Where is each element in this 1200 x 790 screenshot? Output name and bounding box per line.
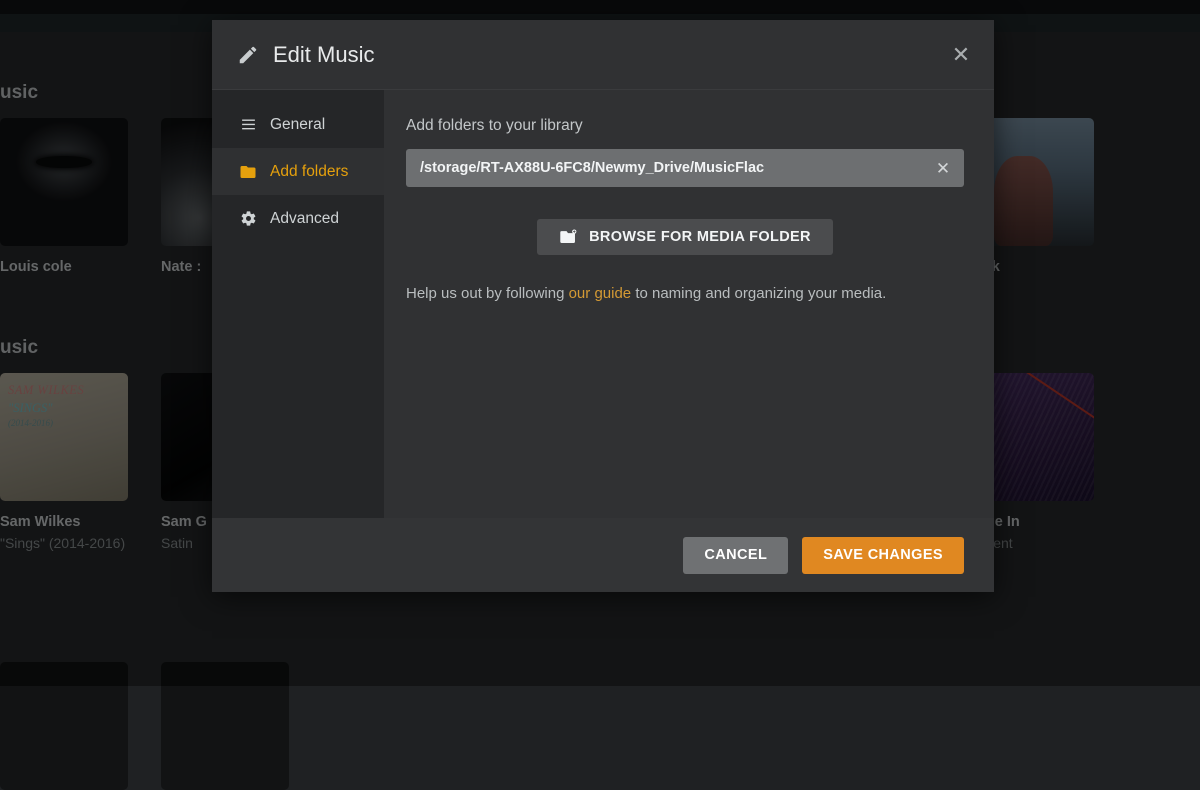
save-changes-button[interactable]: SAVE CHANGES <box>802 537 964 574</box>
help-text: Help us out by following our guide to na… <box>406 283 964 304</box>
dialog-body: General Add folders Advanced <box>212 90 994 518</box>
sidebar-item-general[interactable]: General <box>212 101 384 148</box>
help-prefix: Help us out by following <box>406 285 569 302</box>
add-folders-label: Add folders to your library <box>406 117 964 135</box>
browse-row: BROWSE FOR MEDIA FOLDER <box>406 219 964 255</box>
edit-music-dialog: Edit Music ✕ General Add folders <box>212 20 994 592</box>
dialog-title: Edit Music <box>273 42 374 68</box>
sidebar-item-label: General <box>270 116 325 134</box>
sidebar-item-label: Add folders <box>270 163 348 181</box>
pencil-icon <box>237 44 259 66</box>
folder-plus-icon <box>559 229 577 245</box>
list-lines-icon <box>239 116 257 134</box>
sidebar-item-advanced[interactable]: Advanced <box>212 195 384 242</box>
sidebar-item-label: Advanced <box>270 210 339 228</box>
dialog-sidebar: General Add folders Advanced <box>212 90 384 518</box>
gear-icon <box>239 210 257 228</box>
clear-x-icon[interactable]: ✕ <box>932 157 954 179</box>
dialog-content: Add folders to your library /storage/RT-… <box>384 90 994 518</box>
browse-for-media-folder-button[interactable]: BROWSE FOR MEDIA FOLDER <box>537 219 833 255</box>
dialog-header: Edit Music ✕ <box>212 20 994 90</box>
help-suffix: to naming and organizing your media. <box>631 285 886 302</box>
folder-icon <box>239 163 257 181</box>
cancel-button[interactable]: CANCEL <box>683 537 788 574</box>
close-icon[interactable]: ✕ <box>944 38 978 72</box>
our-guide-link[interactable]: our guide <box>569 285 632 302</box>
folder-path-value: /storage/RT-AX88U-6FC8/Newmy_Drive/Music… <box>420 160 764 176</box>
dialog-footer: CANCEL SAVE CHANGES <box>212 518 994 592</box>
sidebar-item-add-folders[interactable]: Add folders <box>212 148 384 195</box>
folder-path-field[interactable]: /storage/RT-AX88U-6FC8/Newmy_Drive/Music… <box>406 149 964 187</box>
browse-button-label: BROWSE FOR MEDIA FOLDER <box>589 229 811 245</box>
